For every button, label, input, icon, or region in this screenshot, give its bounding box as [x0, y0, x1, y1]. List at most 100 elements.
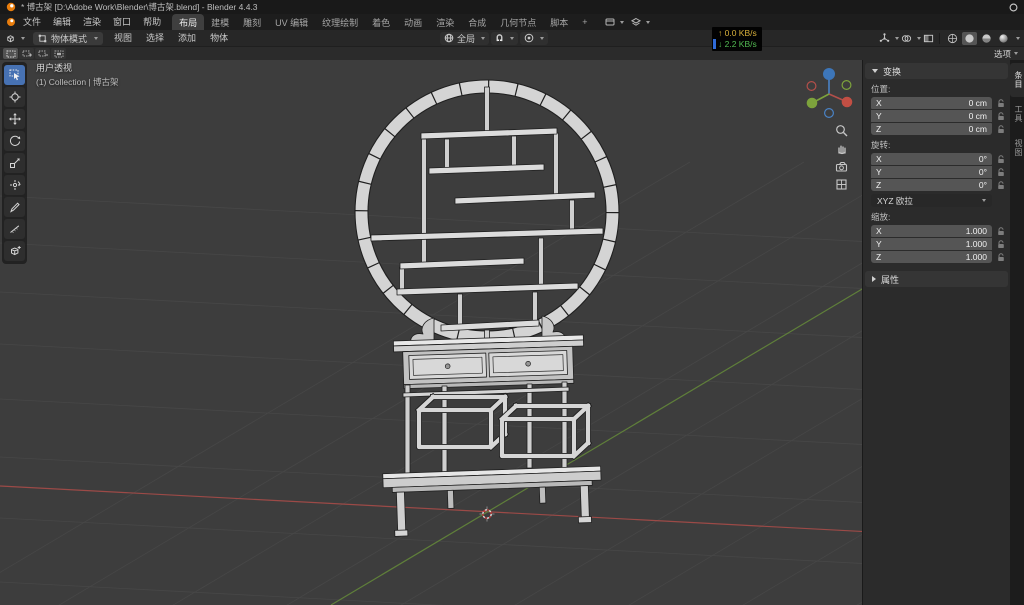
lock-scale-x-button[interactable]: [994, 226, 1007, 236]
lock-rotation-x-button[interactable]: [994, 154, 1007, 164]
xray-toggle[interactable]: [923, 33, 934, 44]
lock-location-x-button[interactable]: [994, 98, 1007, 108]
properties-panel-header[interactable]: 属性: [865, 271, 1008, 287]
shading-wireframe-button[interactable]: [945, 32, 960, 45]
menu-help[interactable]: 帮助: [137, 14, 167, 30]
tab-shading[interactable]: 着色: [365, 14, 397, 30]
tab-layout[interactable]: 布局: [172, 14, 205, 30]
lock-rotation-z-button[interactable]: [994, 180, 1007, 190]
select-extend-icon: [22, 50, 32, 56]
tab-geometry-nodes[interactable]: 几何节点: [493, 14, 543, 30]
overlays-dropdown[interactable]: [901, 33, 921, 44]
proportional-icon: [524, 33, 534, 43]
lock-scale-z-button[interactable]: [994, 252, 1007, 262]
transform-panel-header[interactable]: 变换: [865, 63, 1008, 79]
tool-move[interactable]: [4, 109, 25, 129]
tab-modeling[interactable]: 建模: [204, 14, 236, 30]
location-x-field[interactable]: X 0 cm: [871, 97, 992, 109]
shading-material-button[interactable]: [979, 32, 994, 45]
menu-file[interactable]: 文件: [17, 14, 47, 30]
sidebar-tab-item[interactable]: 条目: [1010, 63, 1024, 97]
rotation-y-field[interactable]: Y 0°: [871, 166, 992, 178]
select-mode-extend[interactable]: [19, 48, 34, 59]
collection-context-label: (1) Collection | 博古架: [36, 77, 119, 87]
editor-type-dropdown[interactable]: [2, 33, 28, 44]
add-workspace-button[interactable]: +: [575, 14, 594, 30]
menu-select[interactable]: 选择: [140, 30, 170, 46]
select-mode-subtract[interactable]: [35, 48, 50, 59]
tool-add-cube[interactable]: [4, 241, 25, 261]
axis-value: 0°: [978, 180, 987, 190]
view-layer-dropdown[interactable]: [630, 17, 650, 27]
axis-label: X: [876, 98, 882, 108]
axis-label: X: [876, 226, 882, 236]
zoom-icon[interactable]: [835, 124, 848, 137]
app-menu-icon[interactable]: [5, 17, 17, 27]
gizmos-icon: [879, 32, 890, 42]
tab-uv-editing[interactable]: UV 编辑: [268, 14, 315, 30]
rotation-z-field[interactable]: Z 0°: [871, 179, 992, 191]
shading-rendered-button[interactable]: [996, 32, 1011, 45]
workspace-tabs: 布局 建模 雕刻 UV 编辑 纹理绘制 着色 动画 渲染 合成 几何节点 脚本 …: [172, 14, 594, 30]
scene-dropdown[interactable]: [605, 17, 624, 27]
tab-rendering[interactable]: 渲染: [429, 14, 461, 30]
menu-render[interactable]: 渲染: [77, 14, 107, 30]
scale-z-field[interactable]: Z 1.000: [871, 251, 992, 263]
lock-location-y-button[interactable]: [994, 111, 1007, 121]
rotation-mode-dropdown[interactable]: XYZ 欧拉: [871, 194, 992, 207]
select-mode-new[interactable]: [3, 48, 18, 59]
unlock-icon: [997, 98, 1004, 107]
shading-solid-button[interactable]: [962, 31, 977, 45]
menu-add[interactable]: 添加: [172, 30, 202, 46]
gizmo-dropdown[interactable]: [879, 32, 899, 44]
location-y-field[interactable]: Y 0 cm: [871, 110, 992, 122]
network-speed-overlay: ↑ 0.0 KB/s ↓ 2.2 KB/s: [712, 27, 762, 51]
lock-location-z-button[interactable]: [994, 124, 1007, 134]
tool-select-box[interactable]: [4, 65, 25, 85]
tool-cursor[interactable]: [4, 87, 25, 107]
ortho-toggle-icon[interactable]: [835, 178, 848, 191]
tab-compositing[interactable]: 合成: [461, 14, 493, 30]
model-antique-shelf[interactable]: [354, 79, 620, 537]
viewport-controls: [835, 124, 848, 191]
object-mode-icon: [38, 34, 47, 42]
model-posts: [399, 86, 575, 345]
rotation-x-field[interactable]: X 0°: [871, 153, 992, 165]
rotation-label: 旋转:: [871, 140, 891, 150]
lock-rotation-y-button[interactable]: [994, 167, 1007, 177]
tab-animation[interactable]: 动画: [397, 14, 429, 30]
tool-annotate[interactable]: [4, 197, 25, 217]
rendered-shading-icon: [999, 33, 1008, 43]
proportional-editing-toggle[interactable]: [520, 31, 549, 45]
axis-label: Y: [876, 239, 882, 249]
tab-texture-paint[interactable]: 纹理绘制: [315, 14, 365, 30]
sidebar-tab-view[interactable]: 视图: [1010, 131, 1024, 165]
menu-edit[interactable]: 编辑: [47, 14, 77, 30]
select-mode-invert[interactable]: [51, 48, 66, 59]
tool-scale[interactable]: [4, 153, 25, 173]
camera-view-icon[interactable]: [835, 160, 848, 173]
titlebar-status-icon[interactable]: [1009, 3, 1018, 12]
location-z-field[interactable]: Z 0 cm: [871, 123, 992, 135]
menu-object[interactable]: 物体: [204, 30, 234, 46]
tool-measure[interactable]: [4, 219, 25, 239]
unlock-icon: [997, 154, 1004, 163]
scale-y-field[interactable]: Y 1.000: [871, 238, 992, 250]
transform-orientation-dropdown[interactable]: 全局: [440, 31, 490, 45]
snap-toggle[interactable]: [491, 31, 519, 45]
navigation-gizmo[interactable]: [800, 64, 858, 122]
location-label: 位置:: [871, 84, 891, 94]
scale-x-field[interactable]: X 1.000: [871, 225, 992, 237]
menu-window[interactable]: 窗口: [107, 14, 137, 30]
tab-sculpting[interactable]: 雕刻: [236, 14, 268, 30]
menu-view[interactable]: 视图: [108, 30, 138, 46]
solid-shading-icon: [965, 33, 974, 43]
pan-hand-icon[interactable]: [835, 142, 848, 155]
sidebar-tab-tool[interactable]: 工具: [1010, 97, 1024, 131]
tab-scripting[interactable]: 脚本: [543, 14, 575, 30]
tool-transform[interactable]: [4, 175, 25, 195]
tool-options-dropdown[interactable]: 选项: [994, 48, 1024, 60]
mode-dropdown[interactable]: 物体模式: [33, 31, 104, 45]
lock-scale-y-button[interactable]: [994, 239, 1007, 249]
tool-rotate[interactable]: [4, 131, 25, 151]
